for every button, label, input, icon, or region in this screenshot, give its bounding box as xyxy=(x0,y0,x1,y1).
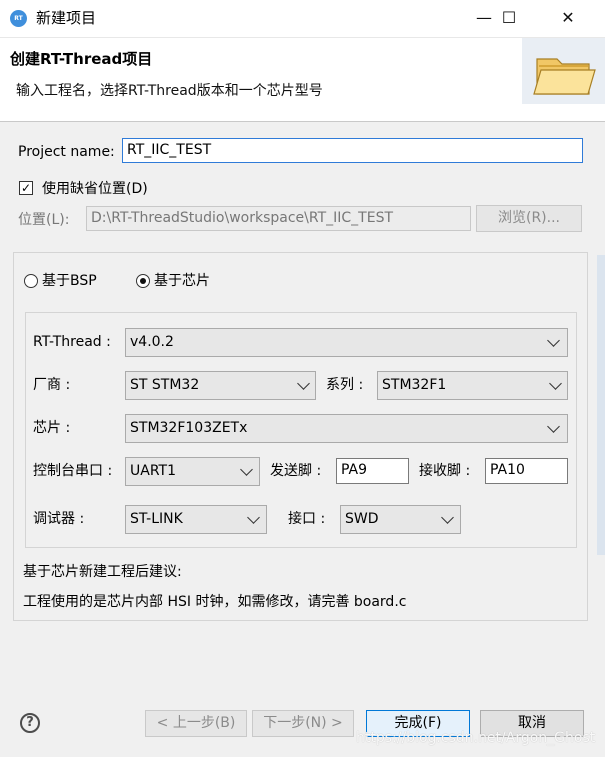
debugger-label: 调试器 : xyxy=(33,511,85,527)
advice-title: 基于芯片新建工程后建议: xyxy=(23,564,182,580)
chevron-down-icon xyxy=(247,511,260,524)
rt-thread-version-value: v4.0.2 xyxy=(130,334,174,350)
chevron-down-icon xyxy=(547,334,560,347)
wizard-title: 创建RT-Thread项目 xyxy=(10,50,153,68)
rx-pin-input[interactable]: PA10 xyxy=(485,458,568,484)
bsp-radio[interactable] xyxy=(24,274,38,288)
interface-label: 接口 : xyxy=(288,511,326,527)
tx-pin-label: 发送脚 : xyxy=(270,463,322,479)
series-label: 系列 : xyxy=(326,377,364,393)
window-title-bar: RT 新建项目 — ☐ ✕ xyxy=(0,0,605,38)
close-button[interactable]: ✕ xyxy=(545,4,591,32)
location-input: D:\RT-ThreadStudio\workspace\RT_IIC_TEST xyxy=(86,206,471,231)
console-uart-label: 控制台串口 : xyxy=(33,463,113,479)
advice-text: 工程使用的是芯片内部 HSI 时钟，如需修改，请完善 board.c xyxy=(23,594,407,610)
tx-pin-input[interactable]: PA9 xyxy=(336,458,409,484)
chevron-down-icon xyxy=(240,463,253,476)
vendor-label: 厂商 : xyxy=(33,377,71,393)
folder-icon xyxy=(522,38,605,104)
chevron-down-icon xyxy=(547,420,560,433)
rt-thread-version-label: RT-Thread : xyxy=(33,334,111,350)
interface-select[interactable]: SWD xyxy=(340,505,461,534)
debugger-select[interactable]: ST-LINK xyxy=(125,505,267,534)
chevron-down-icon xyxy=(441,511,454,524)
wizard-description: 输入工程名，选择RT-Thread版本和一个芯片型号 xyxy=(16,83,323,99)
chip-radio[interactable] xyxy=(136,274,150,288)
rt-thread-app-icon: RT xyxy=(10,10,27,27)
project-name-label: Project name: xyxy=(18,144,115,160)
chip-value: STM32F103ZETx xyxy=(130,420,248,436)
rx-pin-label: 接收脚 : xyxy=(419,463,471,479)
location-label: 位置(L): xyxy=(18,212,70,228)
back-button: < 上一步(B) xyxy=(145,710,247,737)
next-button: 下一步(N) > xyxy=(252,710,354,737)
interface-value: SWD xyxy=(345,511,379,527)
chip-label: 芯片 : xyxy=(33,420,71,436)
vendor-select[interactable]: ST STM32 xyxy=(125,371,316,400)
bsp-radio-label: 基于BSP xyxy=(42,273,97,289)
console-uart-value: UART1 xyxy=(130,463,176,479)
chip-select[interactable]: STM32F103ZETx xyxy=(125,414,568,443)
window-title: 新建项目 xyxy=(36,9,97,27)
wizard-header: 创建RT-Thread项目 输入工程名，选择RT-Thread版本和一个芯片型号 xyxy=(0,38,605,122)
folder-icon-graphic xyxy=(533,58,596,95)
vendor-value: ST STM32 xyxy=(130,377,200,393)
console-uart-select[interactable]: UART1 xyxy=(125,457,260,486)
chevron-down-icon xyxy=(297,377,310,390)
use-default-location-checkbox[interactable]: ✓ xyxy=(19,181,33,195)
use-default-location-label: 使用缺省位置(D) xyxy=(42,181,148,197)
chip-radio-label: 基于芯片 xyxy=(154,273,210,289)
series-select[interactable]: STM32F1 xyxy=(377,371,568,400)
watermark: https://blog.csdn.net/Argon_Ghost xyxy=(356,730,596,746)
chevron-down-icon xyxy=(549,377,562,390)
debugger-value: ST-LINK xyxy=(130,511,183,527)
project-name-input[interactable]: RT_IIC_TEST xyxy=(122,138,583,163)
browse-button: 浏览(R)... xyxy=(476,205,582,232)
series-value: STM32F1 xyxy=(382,377,447,393)
background-window-edge xyxy=(597,255,605,555)
maximize-button[interactable]: ☐ xyxy=(486,4,532,32)
rt-thread-version-select[interactable]: v4.0.2 xyxy=(125,328,568,357)
help-icon[interactable]: ? xyxy=(20,713,40,733)
